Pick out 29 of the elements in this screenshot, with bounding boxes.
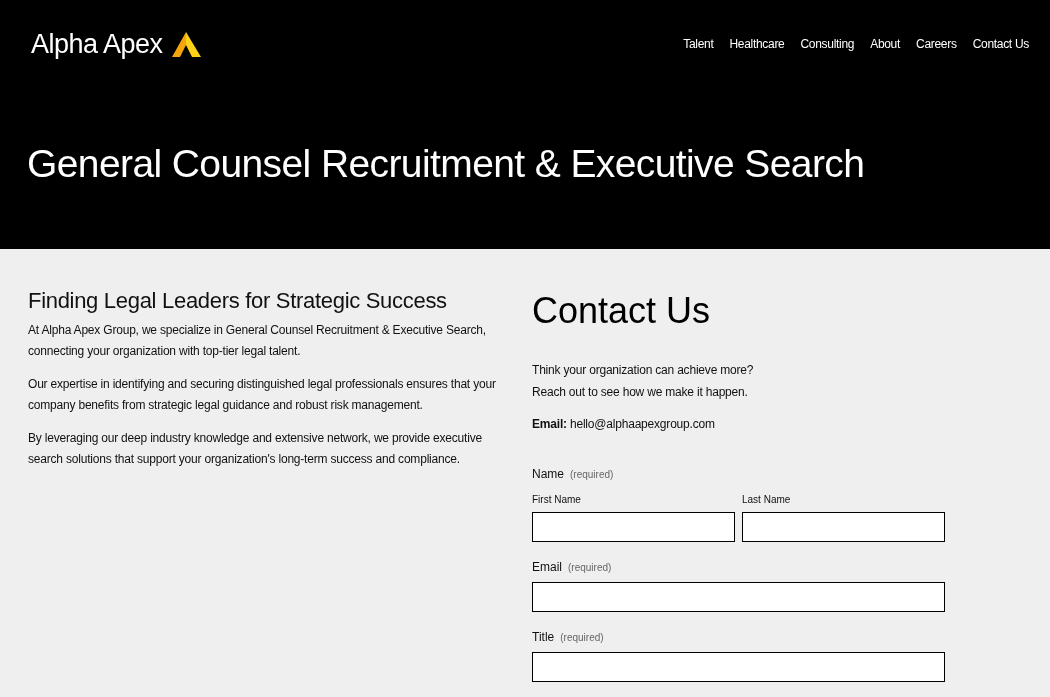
field-label: Email (532, 559, 562, 576)
text-input[interactable] (532, 652, 945, 682)
contact-heading: Contact Us (532, 289, 712, 332)
body-paragraph: At Alpha Apex Group, we specialize in General Counsel Recruitment & Executive Search, connecting your organization with top-tier legal talent. (28, 322, 487, 360)
sub-field-label: First Name (532, 493, 582, 507)
sub-field-label: Last Name (742, 493, 792, 507)
required-note: (required) (570, 468, 614, 482)
email-text: Email: hello@alphaapexgroup.com (532, 416, 716, 433)
field-label: Title (532, 629, 555, 646)
page-title: General Counsel Recruitment & Executive Search (26, 141, 866, 187)
section-heading: Finding Legal Leaders for Strategic Success (28, 287, 448, 315)
nav-link[interactable]: Consulting (800, 35, 855, 53)
required-note: (required) (560, 631, 604, 645)
text-input[interactable] (532, 582, 945, 612)
contact-text: Reach out to see how we make it happen. (532, 384, 749, 401)
field-label: Name (532, 466, 564, 483)
nav-link[interactable]: Careers (916, 35, 957, 53)
nav-link[interactable]: Contact Us (972, 35, 1029, 53)
nav-link[interactable]: Healthcare (729, 35, 785, 53)
triangle-logo-icon (171, 31, 201, 57)
nav-link[interactable]: About (870, 35, 901, 53)
name-input[interactable] (532, 512, 735, 542)
body-paragraph: Our expertise in identifying and securing distinguished legal professionals ensures that your company benefits from strategic legal guidance and robust risk management. (28, 376, 497, 414)
logo-text[interactable]: Alpha Apex (31, 28, 163, 60)
required-note: (required) (568, 561, 612, 575)
name-input[interactable] (742, 512, 945, 542)
body-paragraph: By leveraging our deep industry knowledge and extensive network, we provide executive search solutions that support your organization's long-term success and compliance. (28, 430, 483, 468)
nav-link[interactable]: Talent (683, 35, 714, 53)
contact-text: Think your organization can achieve more? (532, 362, 755, 379)
